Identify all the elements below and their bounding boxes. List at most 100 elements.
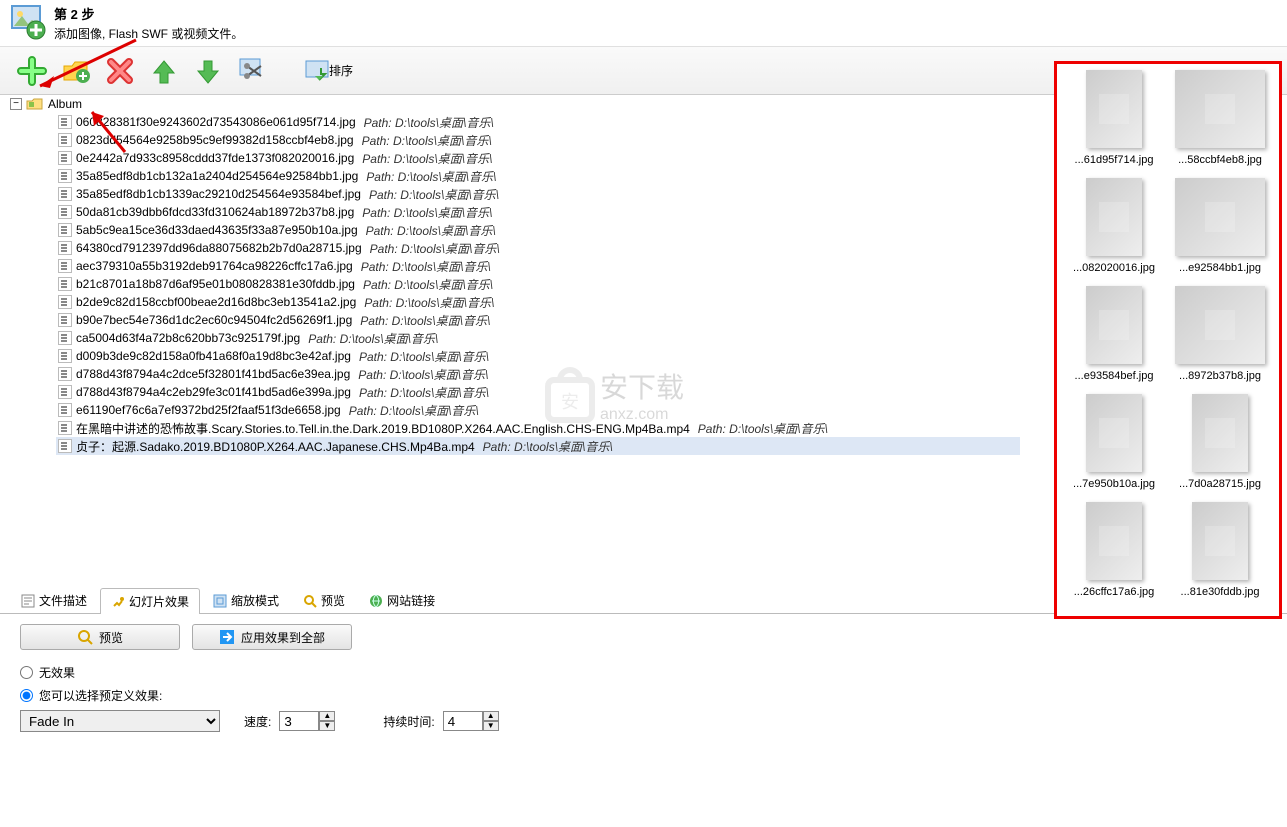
- file-icon: [58, 277, 72, 291]
- effect-dropdown[interactable]: Fade In: [20, 710, 220, 732]
- duration-input[interactable]: [443, 711, 483, 731]
- file-icon: [58, 367, 72, 381]
- file-row[interactable]: ca5004d63f4a72b8c620bb73c925179f.jpgPath…: [56, 329, 1020, 347]
- file-icon: [58, 385, 72, 399]
- tab-1[interactable]: 幻灯片效果: [100, 588, 200, 614]
- step-title: 第 2 步: [54, 4, 243, 23]
- file-icon: [58, 115, 72, 129]
- sort-button[interactable]: 排序: [298, 53, 360, 89]
- file-row[interactable]: 64380cd7912397dd96da88075682b2b7d0a28715…: [56, 239, 1020, 257]
- thumbnail-label: ...81e30fddb.jpg: [1170, 586, 1270, 598]
- file-icon: [58, 349, 72, 363]
- duration-down[interactable]: ▼: [483, 721, 499, 731]
- expander-icon[interactable]: −: [10, 98, 22, 110]
- file-name: b21c8701a18b87d6af95e01b080828381e30fddb…: [76, 277, 355, 291]
- thumbnail-item[interactable]: ...e92584bb1.jpg: [1170, 178, 1270, 274]
- file-icon: [58, 133, 72, 147]
- file-path: Path: D:\tools\桌面\音乐\: [358, 366, 488, 383]
- file-row[interactable]: 060828381f30e9243602d73543086e061d95f714…: [56, 113, 1020, 131]
- thumbnail-image: [1192, 394, 1248, 472]
- file-name: 在黑暗中讲述的恐怖故事.Scary.Stories.to.Tell.in.the…: [76, 420, 690, 437]
- file-path: Path: D:\tools\桌面\音乐\: [370, 240, 500, 257]
- file-name: ca5004d63f4a72b8c620bb73c925179f.jpg: [76, 331, 300, 345]
- file-name: 35a85edf8db1cb1339ac29210d254564e93584be…: [76, 187, 361, 201]
- file-name: 060828381f30e9243602d73543086e061d95f714…: [76, 115, 356, 129]
- thumbnail-panel[interactable]: ...61d95f714.jpg...58ccbf4eb8.jpg...0820…: [1054, 61, 1282, 619]
- file-row[interactable]: b2de9c82d158ccbf00beae2d16d8bc3eb13541a2…: [56, 293, 1020, 311]
- move-down-button[interactable]: [190, 53, 226, 89]
- file-path: Path: D:\tools\桌面\音乐\: [366, 168, 496, 185]
- file-row[interactable]: 0823dd54564e9258b95c9ef99382d158ccbf4eb8…: [56, 131, 1020, 149]
- no-effect-radio[interactable]: [20, 666, 33, 679]
- file-row[interactable]: 在黑暗中讲述的恐怖故事.Scary.Stories.to.Tell.in.the…: [56, 419, 1020, 437]
- file-icon: [58, 439, 72, 453]
- crop-button[interactable]: [234, 53, 270, 89]
- file-row[interactable]: e61190ef76c6a7ef9372bd25f2faaf51f3de6658…: [56, 401, 1020, 419]
- file-path: Path: D:\tools\桌面\音乐\: [359, 384, 489, 401]
- tab-4[interactable]: 网站链接: [358, 587, 446, 613]
- file-row[interactable]: 35a85edf8db1cb1339ac29210d254564e93584be…: [56, 185, 1020, 203]
- tree-root-node[interactable]: − Album: [10, 97, 1020, 111]
- file-path: Path: D:\tools\桌面\音乐\: [362, 204, 492, 221]
- file-path: Path: D:\tools\桌面\音乐\: [349, 402, 479, 419]
- file-row[interactable]: d009b3de9c82d158a0fb41a68f0a19d8bc3e42af…: [56, 347, 1020, 365]
- thumbnail-item[interactable]: ...61d95f714.jpg: [1064, 70, 1164, 166]
- thumbnail-item[interactable]: ...e93584bef.jpg: [1064, 286, 1164, 382]
- file-path: Path: D:\tools\桌面\音乐\: [698, 420, 828, 437]
- add-file-button[interactable]: [14, 53, 50, 89]
- delete-button[interactable]: [102, 53, 138, 89]
- thumbnail-item[interactable]: ...7e950b10a.jpg: [1064, 394, 1164, 490]
- file-icon: [58, 259, 72, 273]
- preset-effect-radio[interactable]: [20, 689, 33, 702]
- file-row[interactable]: 贞子：起源.Sadako.2019.BD1080P.X264.AAC.Japan…: [56, 437, 1020, 455]
- add-folder-button[interactable]: [58, 53, 94, 89]
- wizard-step-header: 第 2 步 添加图像, Flash SWF 或视频文件。: [0, 0, 1287, 47]
- thumbnail-image: [1175, 178, 1265, 256]
- tab-2[interactable]: 缩放模式: [202, 587, 290, 613]
- duration-up[interactable]: ▲: [483, 711, 499, 721]
- thumbnail-label: ...8972b37b8.jpg: [1170, 370, 1270, 382]
- move-up-button[interactable]: [146, 53, 182, 89]
- thumbnail-item[interactable]: ...7d0a28715.jpg: [1170, 394, 1270, 490]
- thumbnail-image: [1175, 70, 1265, 148]
- thumbnail-item[interactable]: ...26cffc17a6.jpg: [1064, 502, 1164, 598]
- file-row[interactable]: aec379310a55b3192deb91764ca98226cffc17a6…: [56, 257, 1020, 275]
- tab-3[interactable]: 预览: [292, 587, 356, 613]
- speed-input[interactable]: [279, 711, 319, 731]
- file-row[interactable]: 35a85edf8db1cb132a1a2404d254564e92584bb1…: [56, 167, 1020, 185]
- file-icon: [58, 151, 72, 165]
- file-name: 35a85edf8db1cb132a1a2404d254564e92584bb1…: [76, 169, 358, 183]
- file-path: Path: D:\tools\桌面\音乐\: [363, 276, 493, 293]
- thumbnail-label: ...7d0a28715.jpg: [1170, 478, 1270, 490]
- file-icon: [58, 403, 72, 417]
- thumbnail-item[interactable]: ...81e30fddb.jpg: [1170, 502, 1270, 598]
- file-row[interactable]: b21c8701a18b87d6af95e01b080828381e30fddb…: [56, 275, 1020, 293]
- file-path: Path: D:\tools\桌面\音乐\: [364, 294, 494, 311]
- file-name: d788d43f8794a4c2eb29fe3c01f41bd5ad6e399a…: [76, 385, 351, 399]
- thumbnail-image: [1192, 502, 1248, 580]
- thumbnail-item[interactable]: ...082020016.jpg: [1064, 178, 1164, 274]
- file-path: Path: D:\tools\桌面\音乐\: [483, 438, 613, 455]
- speed-down[interactable]: ▼: [319, 721, 335, 731]
- thumbnail-label: ...7e950b10a.jpg: [1064, 478, 1164, 490]
- apply-all-button[interactable]: 应用效果到全部: [192, 624, 352, 650]
- thumbnail-item[interactable]: ...8972b37b8.jpg: [1170, 286, 1270, 382]
- step-subtitle: 添加图像, Flash SWF 或视频文件。: [54, 25, 243, 42]
- file-row[interactable]: 5ab5c9ea15ce36d33daed43635f33a87e950b10a…: [56, 221, 1020, 239]
- file-icon: [58, 223, 72, 237]
- file-row[interactable]: b90e7bec54e736d1dc2ec60c94504fc2d56269f1…: [56, 311, 1020, 329]
- speed-up[interactable]: ▲: [319, 711, 335, 721]
- file-icon: [58, 241, 72, 255]
- file-row[interactable]: 0e2442a7d933c8958cddd37fde1373f082020016…: [56, 149, 1020, 167]
- preview-button[interactable]: 预览: [20, 624, 180, 650]
- tab-0[interactable]: 文件描述: [10, 587, 98, 613]
- tree-root-label: Album: [48, 97, 82, 111]
- file-name: 50da81cb39dbb6fdcd33fd310624ab18972b37b8…: [76, 205, 354, 219]
- slideshow-effect-panel: 预览 应用效果到全部 无效果 您可以选择预定义效果: Fade In 速度: ▲…: [0, 614, 1287, 742]
- file-row[interactable]: d788d43f8794a4c2eb29fe3c01f41bd5ad6e399a…: [56, 383, 1020, 401]
- file-row[interactable]: d788d43f8794a4c2dce5f32801f41bd5ac6e39ea…: [56, 365, 1020, 383]
- thumbnail-item[interactable]: ...58ccbf4eb8.jpg: [1170, 70, 1270, 166]
- thumbnail-image: [1086, 178, 1142, 256]
- file-tree-area: − Album 060828381f30e9243602d73543086e06…: [0, 95, 1030, 585]
- file-row[interactable]: 50da81cb39dbb6fdcd33fd310624ab18972b37b8…: [56, 203, 1020, 221]
